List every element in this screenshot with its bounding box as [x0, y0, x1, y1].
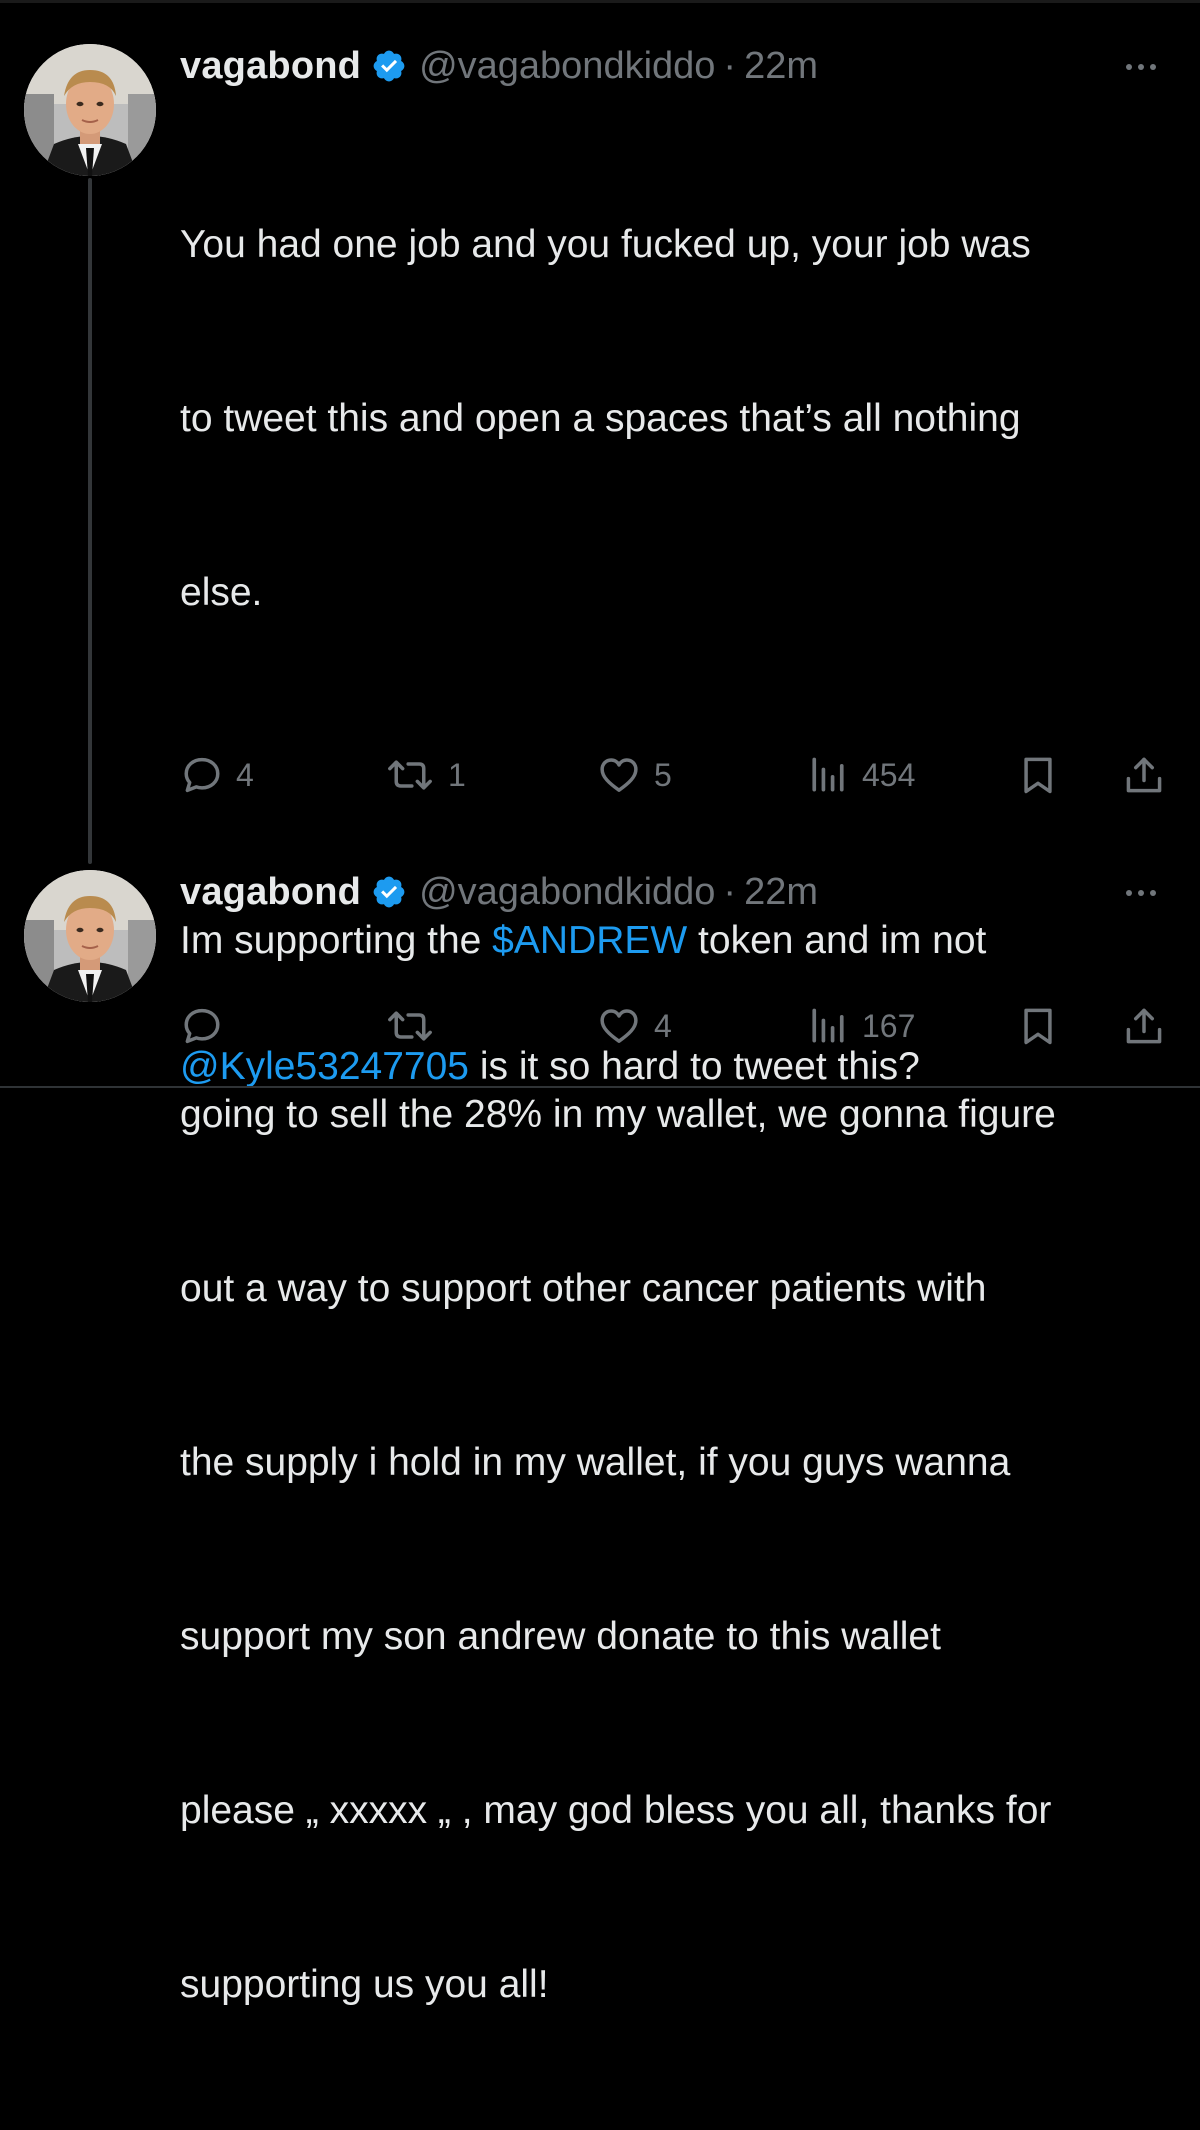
bookmark-button[interactable]	[1016, 996, 1060, 1056]
views-count: 167	[862, 1007, 916, 1044]
tweet-text-line: supporting us you all!	[180, 1963, 549, 2006]
more-options-icon[interactable]	[1126, 52, 1156, 82]
tweet-header: vagabond @vagabondkiddo · 22m	[180, 38, 818, 94]
verified-badge-icon	[373, 50, 405, 82]
reply-icon	[184, 757, 220, 793]
tweet-text-line: the supply i hold in my wallet, if you g…	[180, 1441, 1011, 1484]
tweet-text-line: to tweet this and open a spaces that’s a…	[180, 397, 1021, 440]
share-button[interactable]	[1122, 996, 1166, 1056]
bookmark-button[interactable]	[1016, 745, 1060, 805]
author-avatar[interactable]	[24, 44, 156, 176]
repost-icon	[388, 1011, 432, 1041]
author-handle[interactable]: @vagabondkiddo	[419, 871, 715, 914]
repost-button[interactable]	[384, 996, 448, 1056]
reply-button[interactable]	[180, 996, 236, 1056]
views-count: 454	[862, 756, 916, 793]
share-button[interactable]	[1122, 745, 1166, 805]
share-icon	[1126, 1008, 1162, 1044]
meta-separator: ·	[723, 44, 737, 87]
tweet-text: @Kyle53247705 is it so hard to tweet thi…	[180, 922, 1180, 1212]
tweet-reply[interactable]: vagabond @vagabondkiddo · 22m @Kyle53247…	[0, 860, 1200, 1088]
views-button[interactable]: 167	[806, 996, 915, 1056]
like-count: 5	[654, 756, 672, 793]
views-icon	[812, 1008, 844, 1043]
tweet-actions: 4 167	[180, 996, 1170, 1056]
verified-badge-icon	[373, 876, 405, 908]
views-button[interactable]: 454	[806, 745, 915, 805]
tweet-actions: 4 1 5 454	[180, 745, 1170, 805]
tweet-main[interactable]: vagabond @vagabondkiddo · 22m You had on…	[0, 0, 1200, 2006]
reply-icon	[184, 1008, 220, 1044]
tweet-timestamp[interactable]: 22m	[744, 45, 818, 88]
tweet-text-line: please „ xxxxx „ , may god bless you all…	[180, 1789, 1052, 1832]
like-icon	[600, 758, 638, 792]
like-count: 4	[654, 1007, 672, 1044]
repost-count: 1	[448, 756, 466, 793]
tweet-header: vagabond @vagabondkiddo · 22m	[180, 864, 818, 920]
tweet-text-line: out a way to support other cancer patien…	[180, 1267, 987, 1310]
like-icon	[600, 1009, 638, 1043]
tweet-text-line: You had one job and you fucked up, your …	[180, 223, 1031, 266]
author-name[interactable]: vagabond	[180, 45, 361, 88]
author-name[interactable]: vagabond	[180, 871, 361, 914]
more-options-icon[interactable]	[1126, 878, 1156, 908]
tweet-timestamp[interactable]: 22m	[744, 871, 818, 914]
meta-separator: ·	[723, 870, 737, 913]
author-avatar[interactable]	[24, 870, 156, 1002]
share-icon	[1126, 757, 1162, 793]
repost-button[interactable]: 1	[384, 745, 466, 805]
views-icon	[812, 757, 844, 792]
bookmark-icon	[1024, 1008, 1052, 1045]
author-handle[interactable]: @vagabondkiddo	[419, 45, 715, 88]
like-button[interactable]: 4	[596, 996, 672, 1056]
like-button[interactable]: 5	[596, 745, 672, 805]
bottom-divider	[0, 1086, 1200, 1088]
tweet-text-line: support my son andrew donate to this wal…	[180, 1615, 941, 1658]
repost-icon	[388, 760, 432, 790]
tweet-text-line: else.	[180, 571, 263, 614]
reply-button[interactable]: 4	[180, 745, 254, 805]
reply-count: 4	[236, 756, 254, 793]
bookmark-icon	[1024, 757, 1052, 794]
